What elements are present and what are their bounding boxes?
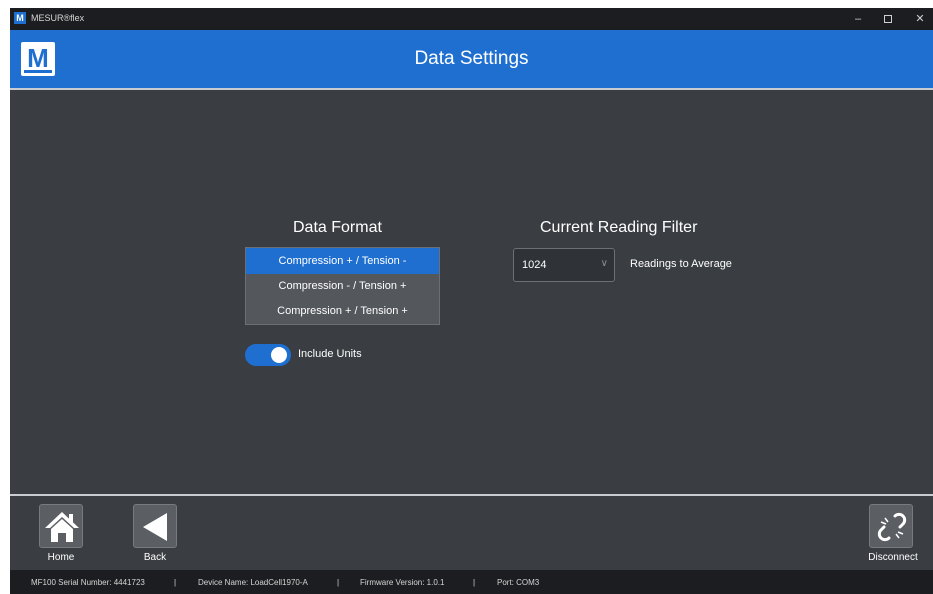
select-value: 1024 — [522, 259, 547, 271]
status-separator: | — [473, 578, 476, 587]
close-button[interactable]: ✕ — [908, 11, 932, 27]
brand-logo-underline — [24, 70, 52, 73]
status-separator: | — [337, 578, 340, 587]
title-bar: M MESUR®flex – ✕ — [10, 8, 933, 30]
home-label: Home — [47, 552, 75, 563]
reading-filter-title: Current Reading Filter — [540, 219, 698, 236]
window-title: MESUR®flex — [31, 13, 85, 23]
firmware-version: Firmware Version: 1.0.1 — [360, 578, 445, 587]
disconnect-button[interactable] — [869, 504, 913, 548]
status-separator: | — [174, 578, 177, 587]
readings-to-average-label: Readings to Average — [630, 258, 732, 270]
maximize-icon — [884, 15, 892, 24]
back-arrow-icon — [143, 513, 167, 541]
home-icon — [45, 512, 79, 542]
chevron-down-icon: ∨ — [600, 258, 608, 269]
minimize-button[interactable]: – — [846, 11, 870, 27]
page-title: Data Settings — [414, 48, 529, 69]
include-units-toggle[interactable] — [245, 344, 291, 366]
format-option-comp-plus-tension-plus[interactable]: Compression + / Tension + — [246, 299, 439, 324]
format-option-comp-minus-tension-plus[interactable]: Compression - / Tension + — [246, 274, 439, 299]
back-button[interactable] — [133, 504, 177, 548]
home-button[interactable] — [39, 504, 83, 548]
device-name: Device Name: LoadCell1970-A — [198, 578, 308, 587]
include-units-label: Include Units — [298, 348, 362, 360]
header: M Data Settings — [10, 30, 933, 90]
disconnect-label: Disconnect — [868, 552, 918, 563]
format-option-comp-plus-tension-minus[interactable]: Compression + / Tension - — [246, 248, 439, 274]
maximize-button[interactable] — [876, 11, 900, 27]
data-format-list: Compression + / Tension - Compression - … — [245, 247, 440, 325]
footer-toolbar: Home Back Disconnect — [10, 494, 933, 570]
back-label: Back — [143, 552, 167, 563]
port: Port: COM3 — [497, 578, 540, 587]
app-logo-icon: M — [14, 12, 26, 24]
data-format-title: Data Format — [293, 219, 382, 236]
broken-link-icon — [877, 512, 907, 542]
main-content: Data Format Current Reading Filter Compr… — [10, 92, 933, 494]
serial-number: MF100 Serial Number: 4441723 — [31, 578, 145, 587]
app-window: M MESUR®flex – ✕ M Data Settings Data Fo… — [10, 8, 933, 594]
status-bar: MF100 Serial Number: 4441723 | Device Na… — [10, 570, 933, 594]
toggle-knob — [271, 347, 287, 363]
readings-to-average-select[interactable]: 1024 ∨ — [513, 248, 615, 282]
